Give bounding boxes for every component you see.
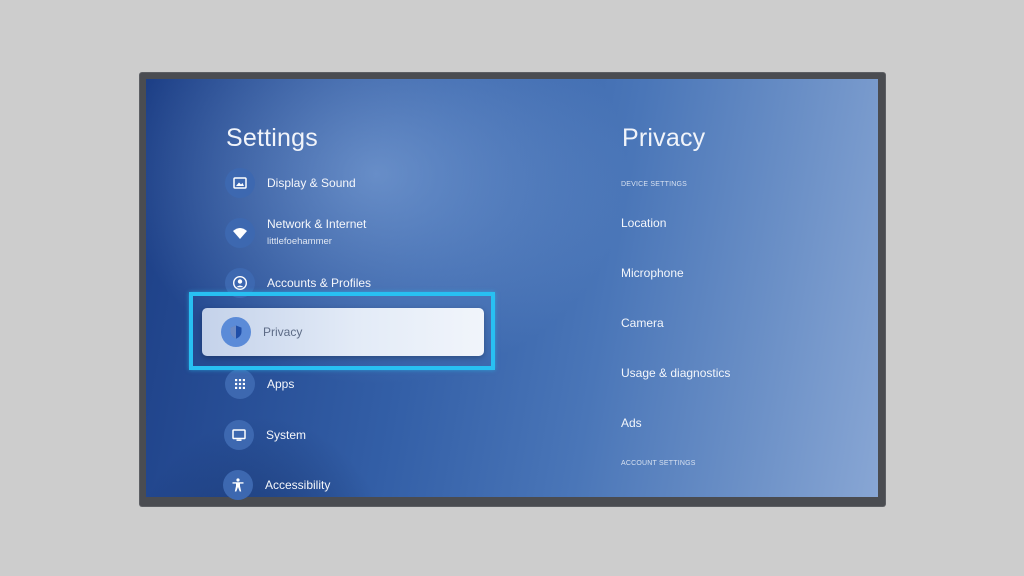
monitor-icon bbox=[224, 420, 254, 450]
menu-label: System bbox=[266, 428, 307, 442]
privacy-title: Privacy bbox=[622, 124, 706, 152]
menu-label: Network & Internet bbox=[267, 217, 367, 231]
account-settings-header: ACCOUNT SETTINGS bbox=[621, 460, 696, 467]
menu-label: Accessibility bbox=[265, 478, 331, 492]
privacy-item-camera[interactable]: Camera bbox=[621, 316, 664, 330]
accessibility-icon bbox=[223, 470, 253, 500]
device-settings-header: DEVICE SETTINGS bbox=[621, 181, 688, 188]
menu-item-apps[interactable]: Apps bbox=[225, 369, 294, 399]
wifi-icon bbox=[225, 218, 255, 248]
menu-item-system[interactable]: System bbox=[224, 420, 306, 450]
menu-item-network-internet[interactable]: Network & Internet littlefoehammer bbox=[225, 216, 366, 248]
menu-item-display-sound[interactable]: Display & Sound bbox=[225, 168, 356, 198]
privacy-item-microphone[interactable]: Microphone bbox=[621, 266, 684, 280]
privacy-item-ads[interactable]: Ads bbox=[621, 416, 642, 430]
menu-label: Apps bbox=[267, 377, 295, 391]
privacy-item-location[interactable]: Location bbox=[621, 216, 666, 230]
menu-item-privacy[interactable]: Privacy bbox=[202, 308, 484, 356]
apps-grid-icon bbox=[225, 369, 255, 399]
menu-item-accessibility[interactable]: Accessibility bbox=[223, 470, 330, 500]
settings-title: Settings bbox=[226, 124, 318, 152]
network-name: littlefoehammer bbox=[267, 236, 332, 247]
shield-icon bbox=[221, 317, 251, 347]
menu-label: Privacy bbox=[263, 325, 303, 339]
image-icon bbox=[225, 168, 255, 198]
privacy-item-usage-diagnostics[interactable]: Usage & diagnostics bbox=[621, 366, 730, 380]
menu-label: Accounts & Profiles bbox=[267, 276, 372, 290]
menu-label: Display & Sound bbox=[267, 176, 356, 190]
